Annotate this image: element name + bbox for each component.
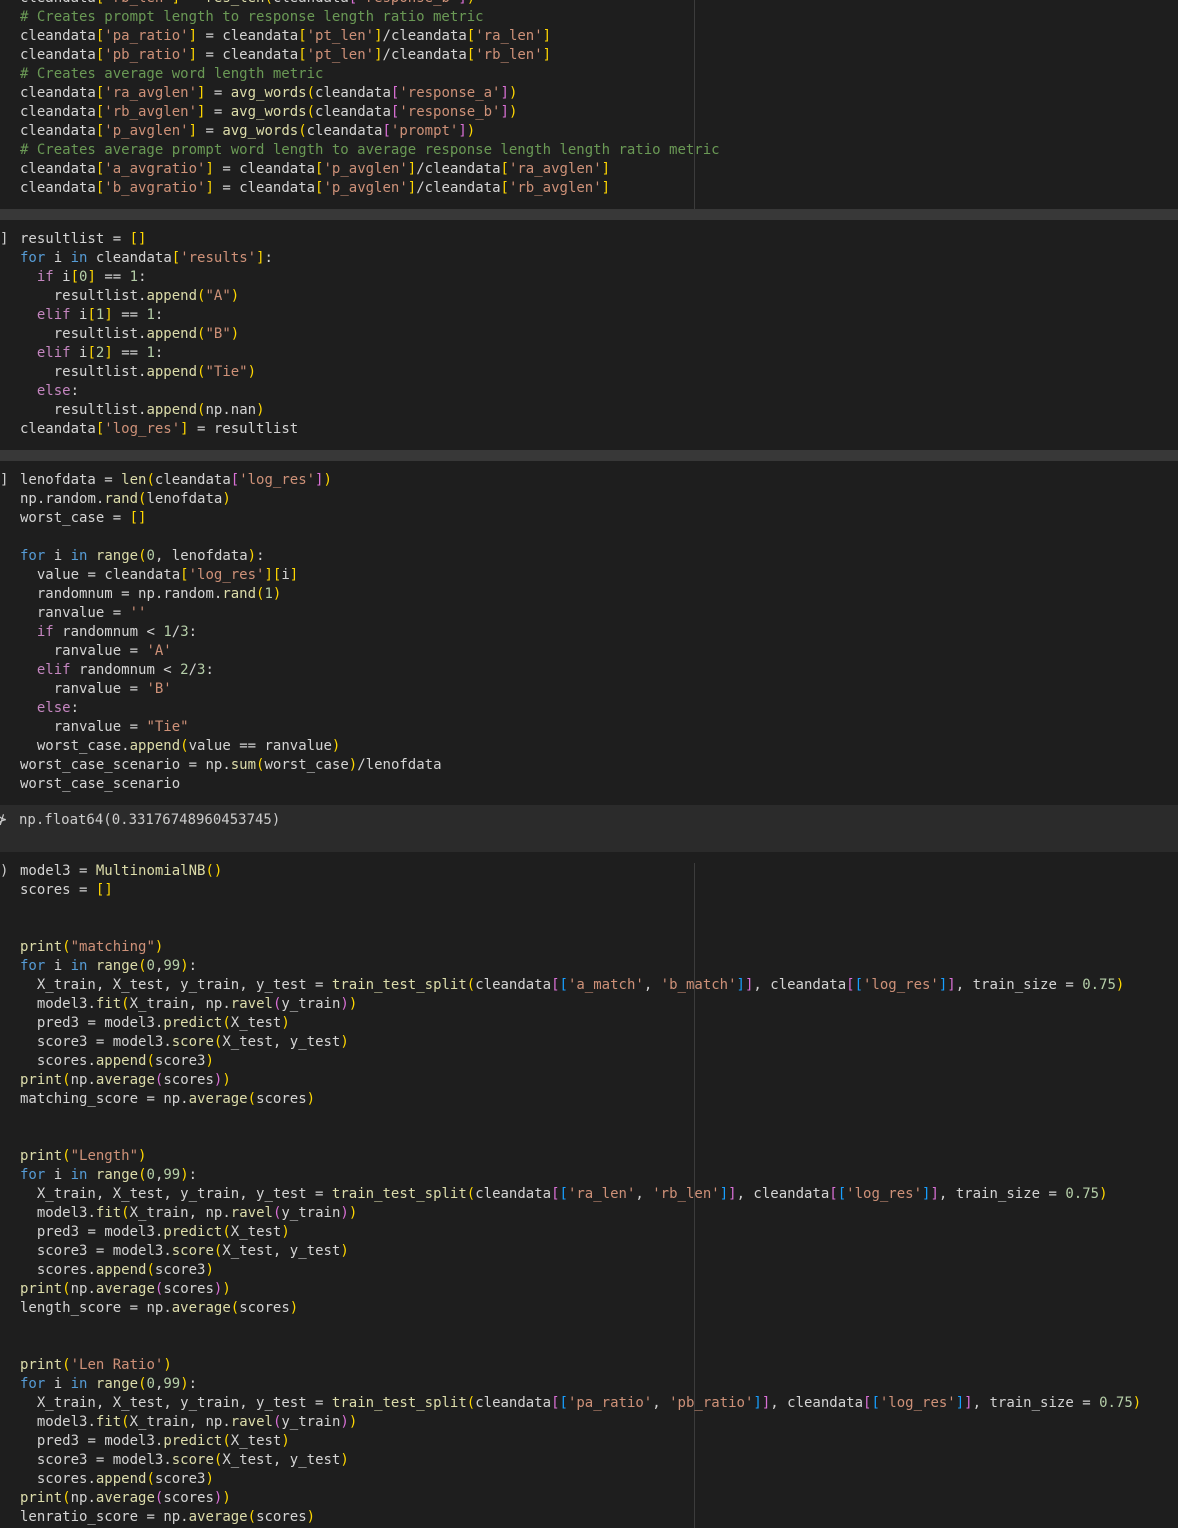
code-line[interactable]: scores.append(score3) — [20, 1052, 214, 1071]
code-line[interactable]: ranvalue = 'A' — [20, 642, 172, 661]
code-line[interactable]: for i in range(0,99): — [20, 957, 197, 976]
code-line[interactable]: print(np.average(scores)) — [20, 1280, 231, 1299]
code-line[interactable]: cleandata['pb_ratio'] = cleandata['pt_le… — [20, 46, 551, 65]
code-line[interactable]: elif i[1] == 1: — [20, 306, 164, 325]
output-text: np.float64(0.33176748960453745) — [19, 812, 281, 828]
code-line[interactable]: resultlist.append("B") — [20, 325, 239, 344]
code-line[interactable]: resultlist = [] — [20, 230, 146, 249]
code-line[interactable]: X_train, X_test, y_train, y_test = train… — [20, 1394, 1141, 1413]
code-line[interactable]: print(np.average(scores)) — [20, 1489, 231, 1508]
code-line[interactable]: cleandata['log_res'] = resultlist — [20, 420, 298, 439]
code-line[interactable]: score3 = model3.score(X_test, y_test) — [20, 1451, 349, 1470]
code-line[interactable]: if i[0] == 1: — [20, 268, 147, 287]
code-line[interactable]: print('Len Ratio') — [20, 1356, 172, 1375]
code-line[interactable]: for i in range(0,99): — [20, 1375, 197, 1394]
code-line[interactable]: cleandata['pa_ratio'] = cleandata['pt_le… — [20, 27, 551, 46]
code-line[interactable]: else: — [20, 382, 79, 401]
code-line[interactable]: else: — [20, 699, 79, 718]
code-cell-1[interactable]: cleandata['rb_len'] = res_len(cleandata[… — [0, 0, 1178, 209]
cell-separator — [0, 450, 1178, 461]
cell-3-output: ⊁ np.float64(0.33176748960453745) — [0, 805, 1178, 852]
code-line[interactable]: elif randomnum < 2/3: — [20, 661, 214, 680]
code-line[interactable]: scores = [] — [20, 881, 113, 900]
code-line[interactable]: matching_score = np.average(scores) — [20, 1090, 315, 1109]
code-line[interactable]: score3 = model3.score(X_test, y_test) — [20, 1033, 349, 1052]
code-line[interactable]: print("matching") — [20, 938, 163, 957]
code-cell-2[interactable]: ] resultlist = [] for i in cleandata['res… — [0, 220, 1178, 450]
code-line[interactable]: resultlist.append("Tie") — [20, 363, 256, 382]
code-line[interactable]: scores.append(score3) — [20, 1470, 214, 1489]
code-line[interactable]: model3.fit(X_train, np.ravel(y_train)) — [20, 1204, 357, 1223]
code-line[interactable]: worst_case_scenario = np.sum(worst_case)… — [20, 756, 442, 775]
code-line[interactable]: worst_case.append(value == ranvalue) — [20, 737, 341, 756]
code-line[interactable]: ranvalue = 'B' — [20, 680, 172, 699]
code-line[interactable]: pred3 = model3.predict(X_test) — [20, 1223, 290, 1242]
code-line[interactable]: cleandata['a_avgratio'] = cleandata['p_a… — [20, 160, 610, 179]
code-cell-4[interactable]: ) model3 = MultinomialNB() scores = [] pri… — [0, 852, 1178, 1528]
code-line[interactable]: for i in range(0, lenofdata): — [20, 547, 265, 566]
code-line[interactable]: worst_case_scenario — [20, 775, 180, 794]
code-line[interactable]: np.random.rand(lenofdata) — [20, 490, 231, 509]
code-line[interactable]: cleandata['rb_avglen'] = avg_words(clean… — [20, 103, 517, 122]
code-line[interactable]: # Creates prompt length to response leng… — [20, 8, 484, 27]
code-cell-3[interactable]: ] lenofdata = len(cleandata['log_res']) n… — [0, 461, 1178, 805]
code-line[interactable]: for i in range(0,99): — [20, 1166, 197, 1185]
code-line[interactable]: pred3 = model3.predict(X_test) — [20, 1014, 290, 1033]
code-line[interactable]: resultlist.append("A") — [20, 287, 239, 306]
code-line[interactable]: randomnum = np.random.rand(1) — [20, 585, 282, 604]
code-line[interactable]: ranvalue = '' — [20, 604, 147, 623]
run-indicator[interactable]: ] — [0, 471, 10, 490]
code-line[interactable]: model3.fit(X_train, np.ravel(y_train)) — [20, 1413, 357, 1432]
indent-guide — [694, 0, 695, 209]
code-line[interactable]: length_score = np.average(scores) — [20, 1299, 298, 1318]
code-line[interactable]: # Creates average prompt word length to … — [20, 141, 720, 160]
code-line[interactable]: scores.append(score3) — [20, 1261, 214, 1280]
code-line[interactable]: cleandata['p_avglen'] = avg_words(cleand… — [20, 122, 475, 141]
code-line[interactable]: resultlist.append(np.nan) — [20, 401, 265, 420]
code-line[interactable]: lenratio_score = np.average(scores) — [20, 1508, 315, 1527]
code-line[interactable]: score3 = model3.score(X_test, y_test) — [20, 1242, 349, 1261]
code-line[interactable]: print("Length") — [20, 1147, 146, 1166]
run-indicator[interactable]: ) — [0, 862, 10, 881]
code-line[interactable]: # Creates average word length metric — [20, 65, 323, 84]
code-line[interactable]: model3 = MultinomialNB() — [20, 862, 222, 881]
output-indicator[interactable]: ⊁ — [0, 811, 8, 830]
code-line[interactable]: worst_case = [] — [20, 509, 146, 528]
cell-separator — [0, 209, 1178, 220]
code-line[interactable]: cleandata['rb_len'] = res_len(cleandata[… — [20, 0, 475, 8]
code-line[interactable]: lenofdata = len(cleandata['log_res']) — [20, 471, 332, 490]
code-line[interactable]: elif i[2] == 1: — [20, 344, 164, 363]
code-line[interactable]: cleandata['b_avgratio'] = cleandata['p_a… — [20, 179, 610, 198]
code-line[interactable]: ranvalue = "Tie" — [20, 718, 189, 737]
code-line[interactable]: if randomnum < 1/3: — [20, 623, 197, 642]
code-line[interactable]: pred3 = model3.predict(X_test) — [20, 1432, 290, 1451]
code-line[interactable]: print(np.average(scores)) — [20, 1071, 231, 1090]
code-line[interactable]: X_train, X_test, y_train, y_test = train… — [20, 1185, 1108, 1204]
run-indicator[interactable]: ] — [0, 230, 10, 249]
code-line[interactable]: cleandata['ra_avglen'] = avg_words(clean… — [20, 84, 517, 103]
code-line[interactable]: model3.fit(X_train, np.ravel(y_train)) — [20, 995, 357, 1014]
code-line[interactable]: for i in cleandata['results']: — [20, 249, 273, 268]
code-line[interactable]: X_train, X_test, y_train, y_test = train… — [20, 976, 1124, 995]
code-line[interactable]: value = cleandata['log_res'][i] — [20, 566, 298, 585]
